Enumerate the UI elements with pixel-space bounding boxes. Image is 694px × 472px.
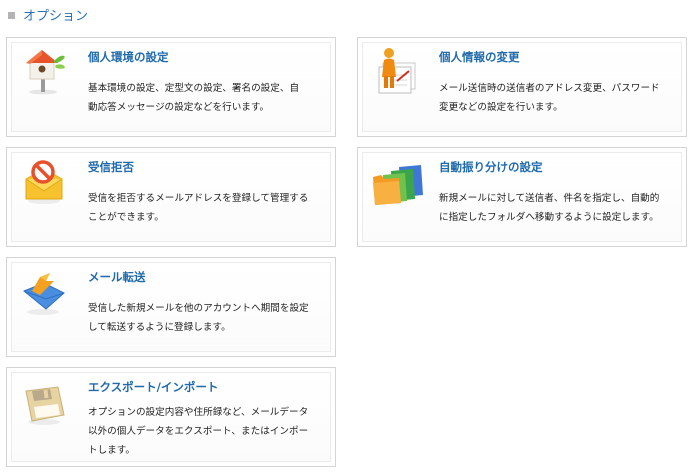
card-export-import[interactable]: エクスポート/インポート オプションの設定内容や住所録など、メールデータ 以外の… xyxy=(6,367,336,467)
card-title-link[interactable]: メール転送 xyxy=(88,269,146,285)
birdhouse-icon xyxy=(18,47,68,97)
card-title-link[interactable]: 個人情報の変更 xyxy=(439,49,520,65)
page-title: オプション xyxy=(23,9,89,24)
card-description: オプションの設定内容や住所録など、メールデータ 以外の個人データをエクスポート、… xyxy=(88,407,309,456)
card-description: 基本環境の設定、定型文の設定、署名の設定、自 動応答メッセージの設定などを行いま… xyxy=(88,83,300,113)
page-header: オプション xyxy=(8,5,88,24)
card-personal-environment[interactable]: 個人環境の設定 基本環境の設定、定型文の設定、署名の設定、自 動応答メッセージの… xyxy=(6,37,336,137)
mail-forward-icon xyxy=(18,267,68,317)
card-title-link[interactable]: 自動振り分けの設定 xyxy=(439,159,543,175)
folders-sort-icon xyxy=(369,157,423,207)
card-title-link[interactable]: 受信拒否 xyxy=(88,159,134,175)
card-title-link[interactable]: 個人環境の設定 xyxy=(88,49,169,65)
card-description: 受信した新規メールを他のアカウントへ期間を設定 して転送するように登録します。 xyxy=(88,303,309,333)
card-description: 受信を拒否するメールアドレスを登録して管理する ことができます。 xyxy=(88,193,309,223)
floppy-disk-icon xyxy=(18,377,68,427)
card-mail-forward[interactable]: メール転送 受信した新規メールを他のアカウントへ期間を設定 して転送するように登… xyxy=(6,257,336,357)
person-profile-icon xyxy=(369,47,419,97)
card-description: 新規メールに対して送信者、件名を指定し、自動的 に指定したフォルダへ移動するよう… xyxy=(439,193,660,223)
card-description: メール送信時の送信者のアドレス変更、パスワード 変更などの設定を行います。 xyxy=(439,83,660,113)
blocked-mail-icon xyxy=(18,157,68,207)
card-reject-mail[interactable]: 受信拒否 受信を拒否するメールアドレスを登録して管理する ことができます。 xyxy=(6,147,336,247)
card-personal-info[interactable]: 個人情報の変更 メール送信時の送信者のアドレス変更、パスワード 変更などの設定を… xyxy=(357,37,687,137)
card-title-link[interactable]: エクスポート/インポート xyxy=(88,379,218,395)
header-bullet xyxy=(8,11,15,19)
card-auto-sort[interactable]: 自動振り分けの設定 新規メールに対して送信者、件名を指定し、自動的 に指定したフ… xyxy=(357,147,687,247)
